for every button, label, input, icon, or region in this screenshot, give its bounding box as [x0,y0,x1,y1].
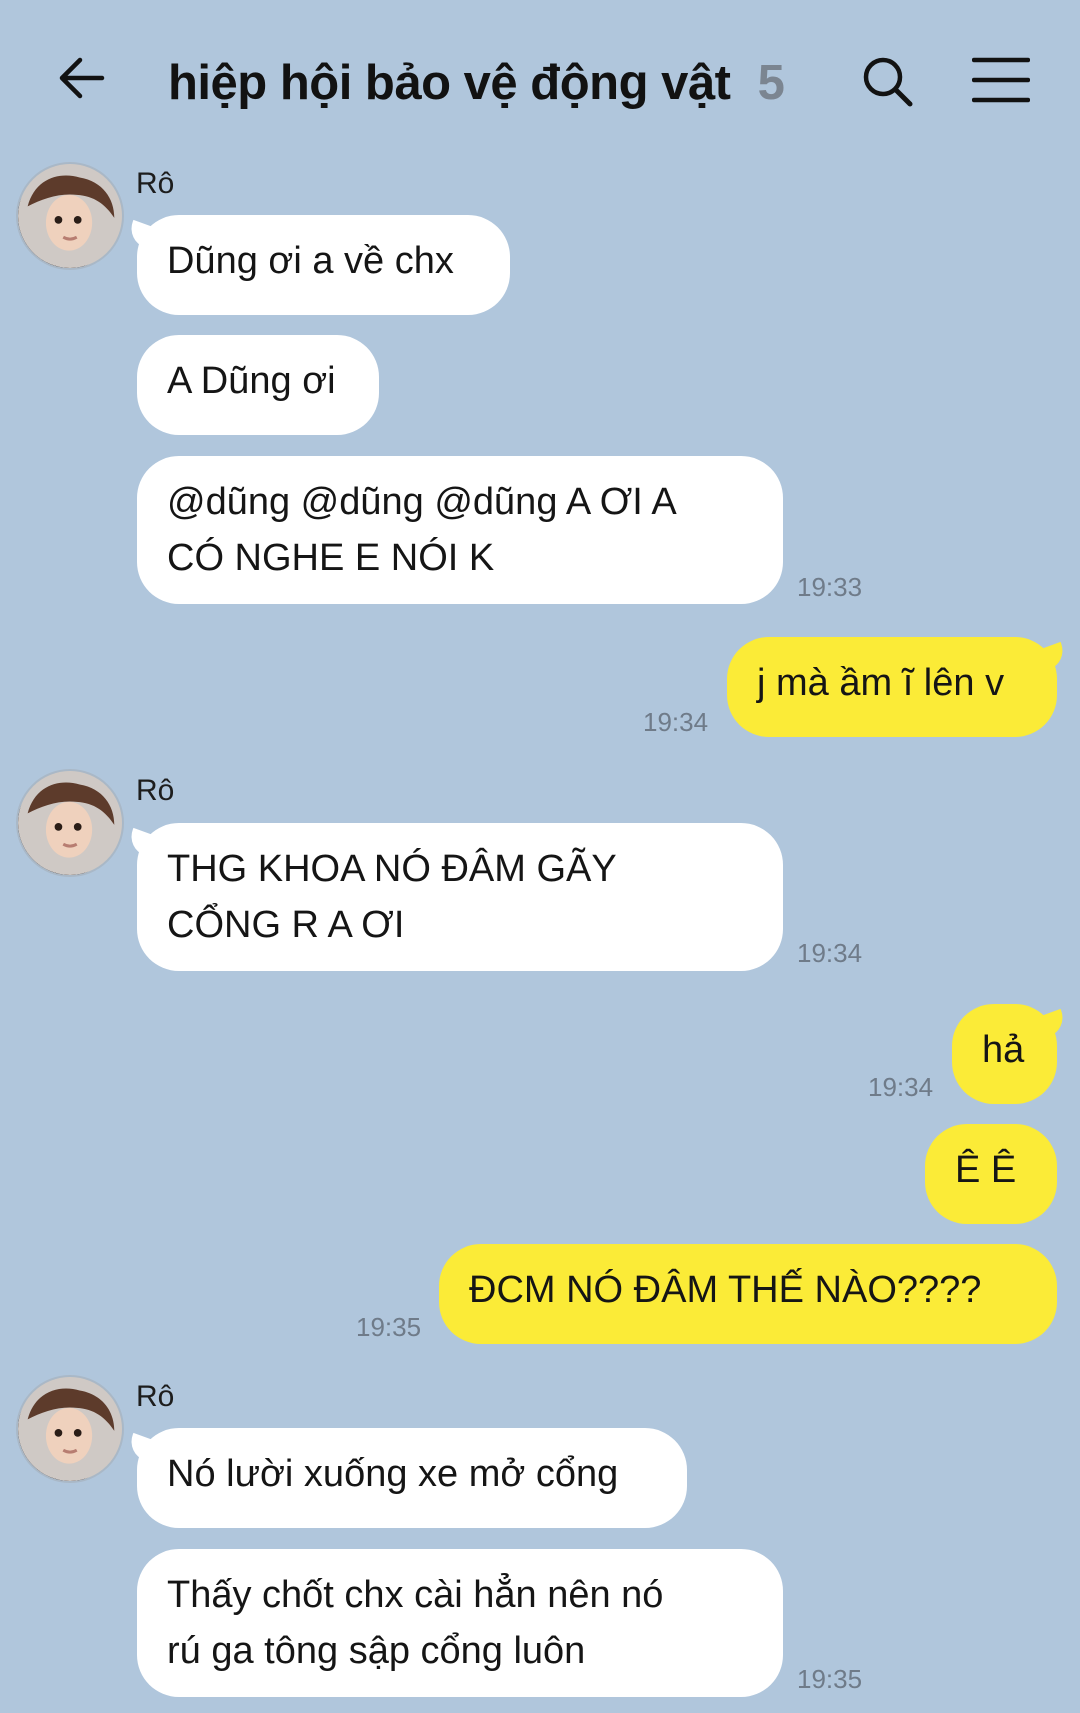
sender-name: Rô [136,1380,175,1413]
message-bubble[interactable]: Dũng ơi a về chx [137,215,510,315]
sender-name: Rô [136,774,175,807]
message-bubble[interactable]: THG KHOA NÓ ĐÂM GÃY CỔNG R A ƠI [137,823,783,971]
search-icon [863,57,913,107]
sender-avatar[interactable] [16,769,124,877]
chat-room-name: hiệp hội bảo vệ động vật [168,56,731,110]
back-button[interactable] [52,48,112,108]
message-bubble[interactable]: A Dũng ơi [137,335,379,435]
outgoing-message-bubble[interactable]: j mà ầm ĩ lên v [727,637,1057,737]
message-time: 19:34 [643,707,709,737]
hamburger-menu-icon [971,57,1031,103]
message-time: 19:35 [797,1664,863,1694]
menu-button[interactable] [971,54,1031,106]
outgoing-message-bubble[interactable]: ĐCM NÓ ĐÂM THẾ NÀO???? [439,1244,1057,1344]
message-time: 19:34 [868,1072,934,1102]
chat-header: hiệp hội bảo vệ động vật 5 [0,0,1080,160]
search-button[interactable] [858,52,918,112]
message-time: 19:33 [797,572,863,602]
message-bubble[interactable]: Nó lười xuống xe mở cổng [137,1428,687,1528]
message-bubble[interactable]: Thấy chốt chx cài hẳn nên nó rú ga tông … [137,1549,783,1697]
message-time: 19:34 [797,938,863,968]
message-time: 19:35 [356,1312,422,1342]
sender-avatar[interactable] [16,162,124,270]
sender-name: Rô [136,167,175,200]
member-count: 5 [757,56,785,110]
outgoing-message-bubble[interactable]: Ê Ê [925,1124,1057,1224]
sender-avatar[interactable] [16,1375,124,1483]
message-bubble[interactable]: @dũng @dũng @dũng A ƠI A CÓ NGHE E NÓI K [137,456,783,604]
arrow-left-icon [59,57,105,99]
chat-title: hiệp hội bảo vệ động vật 5 [168,48,785,118]
outgoing-message-bubble[interactable]: hả [952,1004,1057,1104]
